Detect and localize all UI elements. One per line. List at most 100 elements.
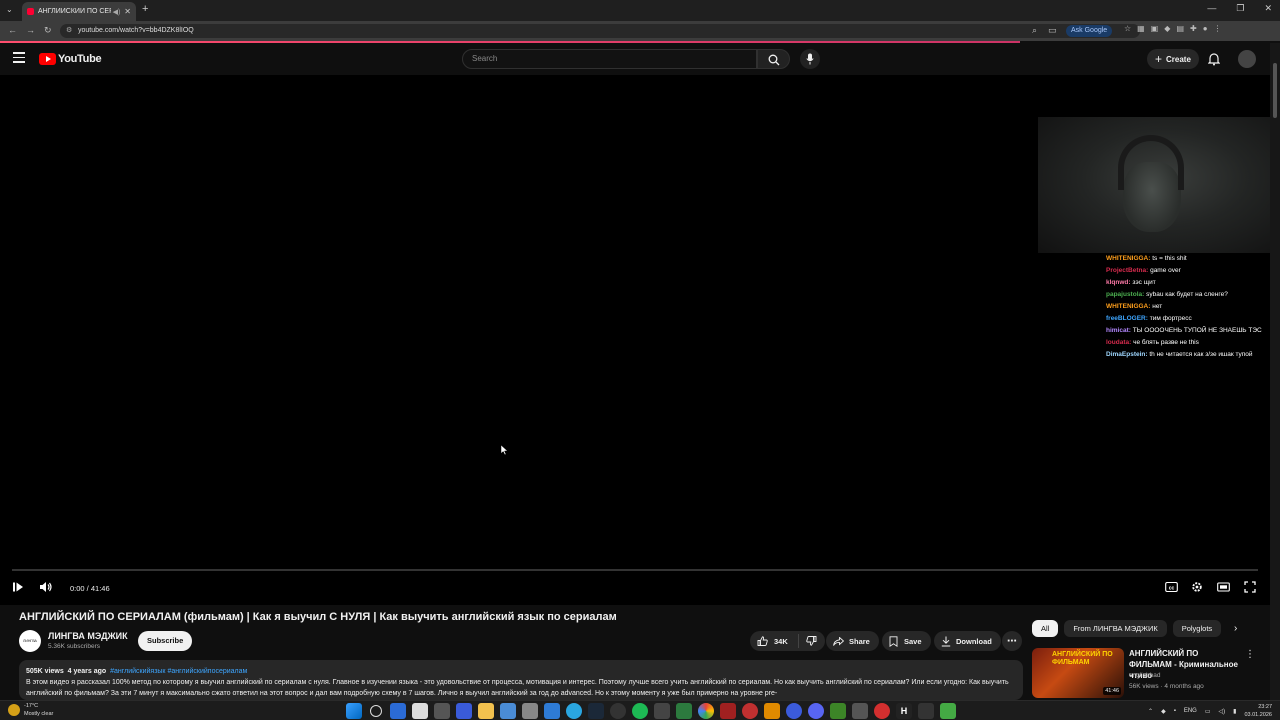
tray-app-icon[interactable]: ▪ [1174, 708, 1176, 714]
more-vertical-icon[interactable]: ⋮ [1245, 649, 1255, 660]
save-button[interactable]: Save [882, 631, 931, 651]
browser-tab[interactable]: АНГЛИЙСКИЙ ПО СЕРИА ◀) ✕ [22, 2, 136, 21]
page-scrollbar[interactable] [1270, 43, 1280, 700]
url-field[interactable]: ⚙ youtube.com/watch?v=bb4DZK8lIOQ [60, 24, 1140, 38]
app-icon[interactable] [522, 703, 538, 719]
chat-text: th не читается как з/зе ишак тупой [1149, 351, 1253, 358]
app-icon[interactable] [742, 703, 758, 719]
voice-search-button[interactable] [800, 49, 820, 69]
app-icon[interactable] [456, 703, 472, 719]
share-label: Share [849, 636, 870, 646]
app-icon[interactable] [786, 703, 802, 719]
volume-icon[interactable] [39, 581, 53, 593]
subscribe-button[interactable]: Subscribe [138, 631, 193, 651]
chrome-icon[interactable] [698, 703, 714, 719]
video-player[interactable]: WHITENIGGA: ts = this shit ProjectBetna: … [0, 75, 1270, 605]
app-icon[interactable] [720, 703, 736, 719]
app-icon[interactable] [940, 703, 956, 719]
extension-icon[interactable]: ▦ [1137, 24, 1145, 33]
fullscreen-icon[interactable] [1244, 581, 1256, 593]
youtube-logo[interactable]: YouTube [39, 53, 102, 65]
telegram-icon[interactable] [566, 703, 582, 719]
extension-icon[interactable]: ▣ [1151, 24, 1159, 33]
minimize-icon[interactable]: — [1207, 3, 1216, 14]
extension-icon[interactable]: ◆ [1164, 24, 1170, 33]
app-icon[interactable] [764, 703, 780, 719]
terminal-icon[interactable] [918, 703, 934, 719]
dislike-button[interactable] [799, 636, 825, 646]
app-icon[interactable] [610, 703, 626, 719]
app-icon[interactable] [852, 703, 868, 719]
profile-icon[interactable]: ● [1203, 24, 1208, 33]
channel-name[interactable]: ЛИНГВА МЭДЖИК [48, 631, 128, 641]
settings-gear-icon[interactable] [1191, 581, 1203, 593]
new-tab-icon[interactable]: + [142, 3, 148, 15]
hashtags[interactable]: #английскийязык #английскийпосериалам [110, 668, 247, 675]
tab-search-icon[interactable]: ⌄ [6, 5, 13, 14]
reload-icon[interactable]: ↻ [44, 25, 52, 36]
chevron-right-icon[interactable]: › [1234, 623, 1237, 634]
extension-icon[interactable]: ▤ [1176, 24, 1184, 33]
maximize-icon[interactable]: ❐ [1236, 3, 1244, 14]
bookmark-star-icon[interactable]: ☆ [1124, 24, 1131, 33]
window-close-icon[interactable]: ✕ [1264, 3, 1272, 14]
more-actions-button[interactable]: ⋯ [1002, 631, 1022, 651]
start-windows-icon[interactable] [346, 703, 362, 719]
recommended-channel[interactable]: englishbad [1129, 672, 1160, 679]
cast-icon[interactable]: ▭ [1048, 25, 1057, 36]
network-icon[interactable]: ▭ [1205, 708, 1211, 715]
widgets-icon[interactable] [390, 703, 406, 719]
forward-icon[interactable]: → [26, 25, 35, 35]
app-icon[interactable] [500, 703, 516, 719]
lang-indicator[interactable]: ENG [1184, 708, 1197, 714]
notifications-bell-icon[interactable] [1208, 52, 1220, 66]
like-button[interactable]: 34K [750, 634, 799, 648]
chevron-up-icon[interactable]: ⌃ [1148, 708, 1153, 715]
tray-app-icon[interactable]: ◆ [1161, 708, 1166, 715]
app-icon[interactable]: H [896, 703, 912, 719]
scrollbar-thumb[interactable] [1273, 63, 1277, 118]
spotify-icon[interactable] [632, 703, 648, 719]
app-icon[interactable] [434, 703, 450, 719]
filter-chip[interactable]: From ЛИНГВА МЭДЖИК [1064, 620, 1167, 637]
share-button[interactable]: Share [826, 631, 879, 651]
account-avatar[interactable] [1238, 50, 1256, 68]
audio-icon[interactable]: ◀) [113, 8, 121, 16]
zoom-icon[interactable]: ⌕ [1032, 25, 1037, 36]
subtitles-icon[interactable]: cc [1165, 581, 1178, 593]
view-count: 505K views [26, 668, 64, 675]
speaker-icon[interactable]: ◁) [1219, 708, 1226, 715]
play-pause-icon[interactable] [12, 581, 24, 593]
file-explorer-icon[interactable] [478, 703, 494, 719]
steam-icon[interactable] [588, 703, 604, 719]
description-box[interactable]: 505K views 4 years ago #английскийязык #… [19, 660, 1023, 700]
download-button[interactable]: Download [934, 631, 1001, 651]
tab-close-icon[interactable]: ✕ [124, 7, 131, 16]
app-icon[interactable] [412, 703, 428, 719]
site-info-icon[interactable]: ⚙ [66, 24, 72, 38]
search-button[interactable] [757, 49, 790, 69]
recommended-thumbnail[interactable]: АНГЛИЙСКИЙ ПО ФИЛЬМАМ 41:46 [1032, 648, 1124, 698]
menu-dots-icon[interactable]: ⋮ [1214, 24, 1222, 33]
app-icon[interactable] [654, 703, 670, 719]
puzzle-icon[interactable]: ✚ [1190, 24, 1197, 33]
menu-icon[interactable] [13, 52, 25, 63]
theater-mode-icon[interactable] [1217, 581, 1230, 593]
battery-icon[interactable]: ▮ [1233, 708, 1236, 715]
filter-chip[interactable]: All [1032, 620, 1059, 637]
create-button[interactable]: + Create [1147, 49, 1199, 69]
app-icon[interactable] [874, 703, 890, 719]
search-input[interactable]: Search [462, 49, 757, 69]
filter-chip[interactable]: Polyglots [1172, 620, 1222, 637]
minecraft-icon[interactable] [830, 703, 846, 719]
discord-icon[interactable] [808, 703, 824, 719]
back-icon[interactable]: ← [8, 25, 17, 35]
app-icon[interactable] [544, 703, 560, 719]
ask-google-button[interactable]: Ask Google [1066, 25, 1113, 37]
search-taskbar-icon[interactable] [370, 705, 382, 717]
channel-avatar[interactable]: ЛИНГВА МЭДЖИК [19, 630, 41, 665]
chat-username: WHITENIGGA: [1106, 255, 1151, 262]
clock[interactable]: 23:27 03.01.2026 [1244, 703, 1272, 719]
app-icon[interactable] [676, 703, 692, 719]
progress-bar[interactable] [12, 569, 1258, 571]
